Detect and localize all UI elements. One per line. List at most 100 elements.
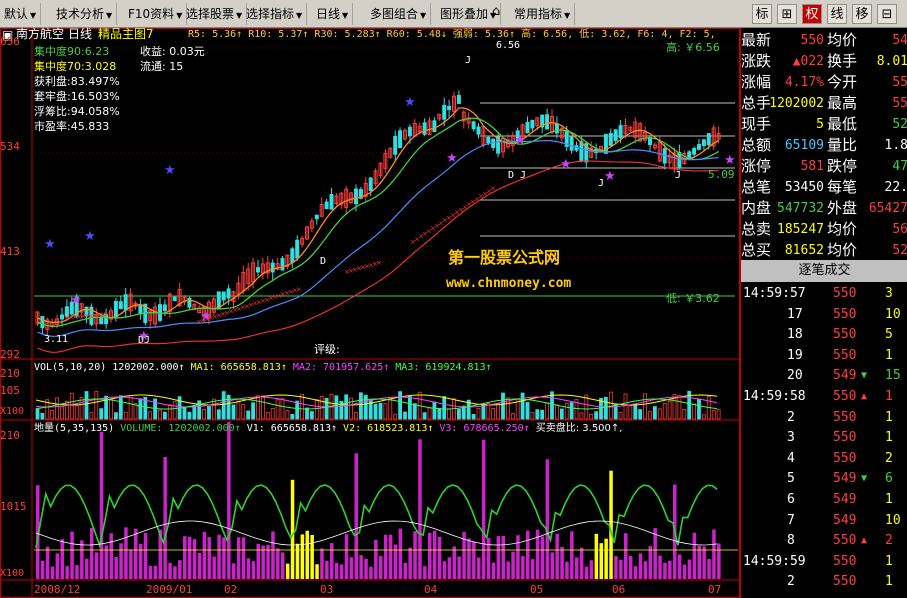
volume-bar	[589, 413, 594, 420]
candle-body	[692, 147, 697, 155]
candle-body	[525, 122, 530, 134]
down-arrow-icon: ▼	[861, 473, 868, 485]
quote-label: 涨幅	[741, 73, 772, 91]
volume-bar	[618, 412, 623, 420]
volume-bar	[648, 411, 652, 420]
volume2-bar	[663, 562, 667, 579]
volume-bar	[202, 409, 207, 420]
lock-icon[interactable]: ⌂	[492, 4, 500, 19]
volume2-bar	[579, 547, 584, 579]
volume2-bar	[45, 546, 50, 579]
volume2-bar	[624, 533, 628, 579]
toolbar-button-label: 日线	[316, 7, 341, 21]
ticks-header[interactable]: 逐笔成交	[741, 260, 907, 282]
tick-row: 7 549 10	[741, 511, 907, 531]
volume-bar	[99, 408, 104, 420]
toolbar-button-1[interactable]: 技术分析 ▼	[52, 3, 118, 25]
volume2-bar	[285, 563, 290, 579]
date-tick: 04	[424, 583, 438, 596]
support-band: ×	[376, 259, 382, 267]
right-tab-yi[interactable]: 移	[852, 4, 872, 24]
volume2-bar	[687, 559, 692, 579]
right-tab-window[interactable]: ⊟	[877, 4, 897, 24]
toolbar-button-2[interactable]: F10资料 ▼	[124, 3, 188, 25]
tick-price: 550	[833, 286, 857, 301]
watermark-url: www.chnmoney.com	[446, 276, 572, 291]
volume2-bar	[212, 556, 216, 579]
top-toolbar: 默认 ▼ 技术分析 ▼ F10资料 ▼ 选择股票 ▼ 选择指标 ▼ 日线 ▼ 多图组合 ▼ 图形叠加 ▼ 常用指…	[0, 0, 907, 28]
date-tick: 2008/12	[34, 583, 81, 596]
tick-volume: 1	[885, 492, 893, 507]
dropdown-arrow-icon: ▼	[296, 11, 303, 20]
tick-row: 18 550 5	[741, 325, 907, 345]
right-tab-quan[interactable]: 权	[802, 4, 822, 24]
toolbar-button-6[interactable]: 多图组合 ▼	[366, 3, 432, 25]
volume-bar	[407, 395, 412, 420]
support-band: ×	[104, 310, 110, 318]
volume-bar	[476, 408, 481, 420]
toolbar-button-0[interactable]: 默认 ▼	[0, 3, 42, 25]
right-tab-biao[interactable]: 标	[752, 4, 772, 24]
toolbar-button-label: 默认	[4, 7, 29, 21]
quote-label: 最低	[827, 115, 858, 133]
vol-tick-x100: X100	[0, 406, 25, 417]
volume2-bar	[114, 556, 118, 579]
vol-indicator-line: VOL(5,10,20) 1202002.000↑ MA1: 665658.81…	[34, 362, 492, 374]
volume-bar	[501, 392, 505, 420]
volume-bar	[290, 414, 295, 420]
volume-bar	[432, 401, 437, 420]
right-tab-xian[interactable]: 线	[827, 4, 847, 24]
indicator-name[interactable]: 精品主图7	[98, 28, 154, 40]
volume2-bar	[339, 564, 344, 579]
volume2-bar	[668, 560, 672, 579]
volume-bar	[564, 403, 569, 420]
high-price-label: 高: ￥6.56	[666, 41, 720, 54]
toolbar-button-4[interactable]: 选择指标 ▼	[242, 3, 308, 25]
chip-info-line: 浮筹比:94.058%	[34, 105, 120, 118]
quote-row: 总买 81652 均价 52	[741, 240, 907, 261]
volume2-bar	[354, 453, 358, 579]
volume2-bar	[60, 539, 64, 579]
quote-row: 涨跌 ▲022 换手 8.01	[741, 51, 907, 72]
toolbar-button-5[interactable]: 日线 ▼	[312, 3, 354, 25]
candle-body	[329, 194, 334, 210]
volume-bar	[236, 400, 241, 420]
signal-star-icon: ★	[404, 95, 416, 110]
volume2-bar	[153, 565, 158, 579]
ma-line	[37, 117, 719, 327]
volume-bar	[128, 395, 133, 420]
volume2-bar	[521, 556, 525, 579]
tick-time: 14:59:57	[743, 286, 806, 301]
income-label: 收益: 0.03元	[140, 45, 205, 58]
kline-chart-area[interactable]: × × × × × × × × × × × × × × × × × × × × × × × × × × × × × × × × × × × × × × × ×…	[0, 28, 740, 598]
right-tab-grid[interactable]: ⊞	[777, 4, 797, 24]
volume2-bar	[408, 547, 412, 579]
tick-time: 19	[787, 347, 803, 363]
chip-info-line: 套牢盘:16.503%	[34, 90, 120, 103]
volume-bar	[275, 399, 280, 420]
candle-body	[608, 132, 613, 146]
volume-bar	[657, 408, 662, 420]
volume-bar	[123, 411, 128, 420]
vol-tick-105: 105	[0, 384, 20, 397]
candle-body	[354, 188, 358, 205]
volume2-bar	[217, 534, 221, 579]
tick-time: 2	[787, 574, 795, 590]
toolbar-button-3[interactable]: 选择股票 ▼	[182, 3, 248, 25]
volume-bar	[667, 400, 672, 420]
volume2-bar	[138, 543, 143, 579]
tick-time: 2	[787, 409, 795, 425]
volume-bar	[579, 412, 584, 420]
volume-bar	[662, 403, 667, 420]
quote-row: 涨停 581 跌停 47	[741, 156, 907, 177]
volume2-bar	[173, 566, 177, 579]
tick-row: 14:59:57 550 3	[741, 284, 907, 304]
volume2-bar	[119, 543, 123, 579]
signal-star-icon: ★	[514, 133, 526, 148]
volume2-bar	[236, 537, 241, 579]
tick-price: 549	[833, 368, 857, 384]
tick-volume: 1	[885, 430, 893, 446]
quote-label: 最新	[741, 31, 772, 49]
volume2-bar	[717, 543, 721, 579]
toolbar-button-8[interactable]: 常用指标 ▼	[510, 3, 576, 25]
